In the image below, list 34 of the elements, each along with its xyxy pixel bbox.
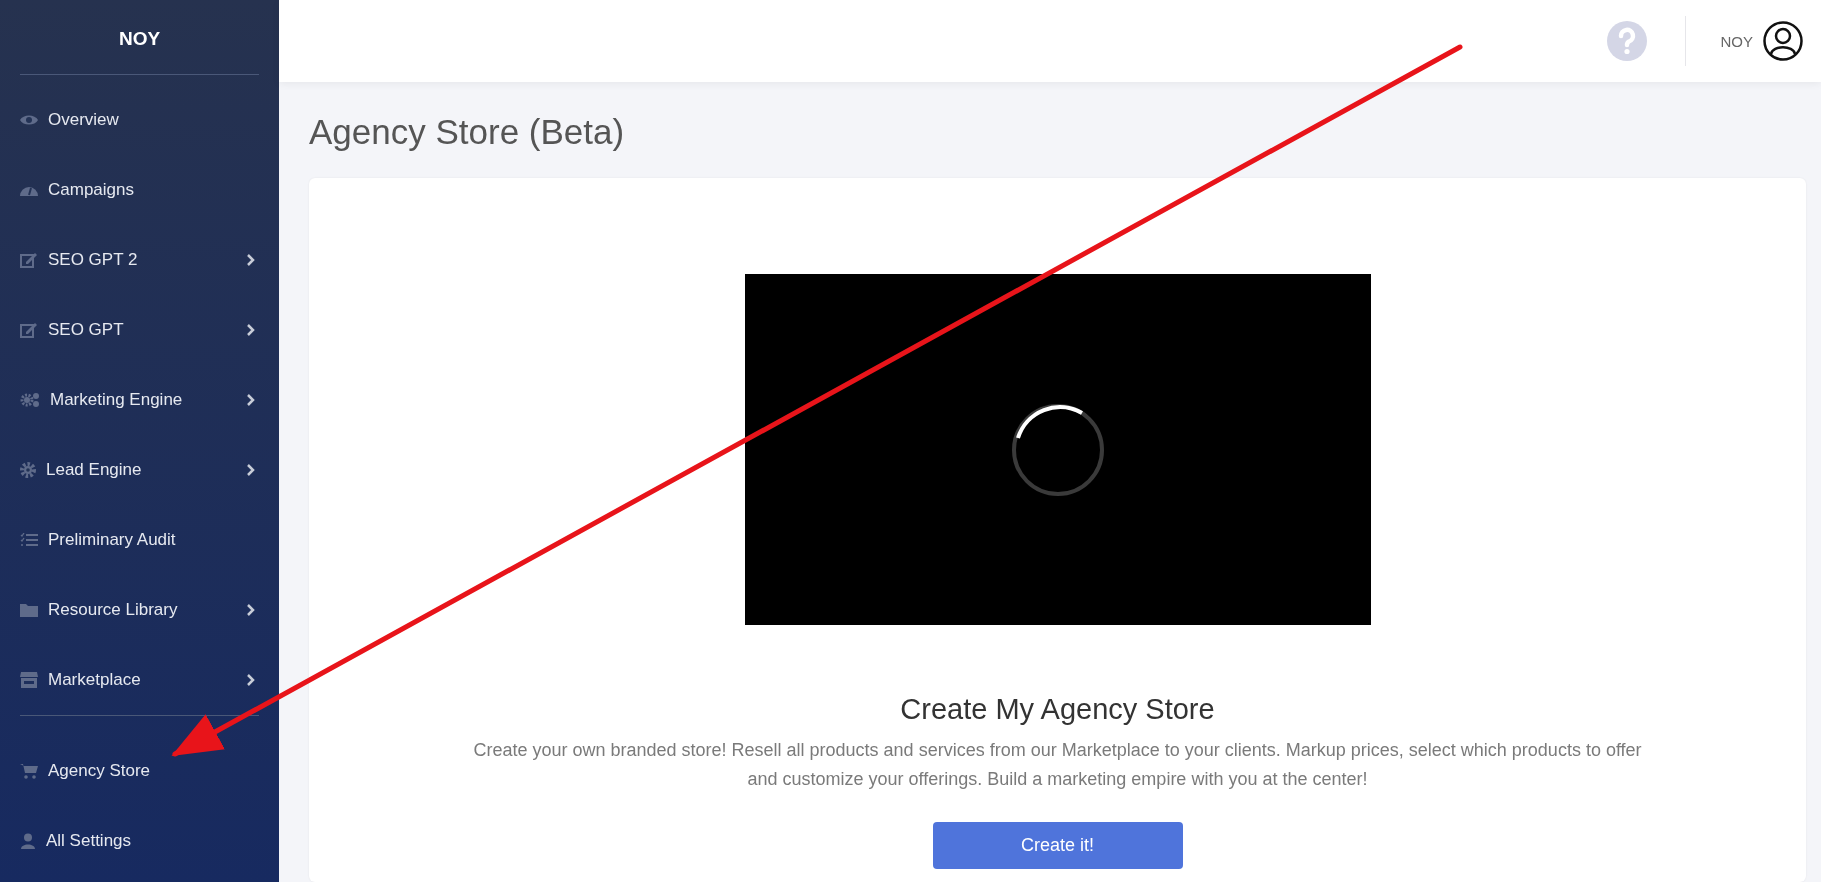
edit-icon — [20, 252, 38, 268]
sidebar-item[interactable]: Campaigns — [20, 155, 259, 225]
create-button[interactable]: Create it! — [932, 822, 1183, 869]
chevron-right-icon — [247, 464, 255, 476]
chevron-right-icon — [247, 324, 255, 336]
sidebar-item[interactable]: SEO GPT 2 — [20, 225, 259, 295]
sidebar-item[interactable]: Preliminary Audit — [20, 505, 259, 575]
brand-name: NOY — [118, 27, 161, 51]
store-icon — [20, 672, 38, 688]
cart-icon — [20, 763, 38, 779]
page-title: Agency Store (Beta) — [309, 112, 625, 152]
gear-icon — [20, 462, 36, 478]
eye-icon — [20, 114, 38, 126]
sidebar-item[interactable]: SEO GPT — [20, 295, 259, 365]
sidebar-item[interactable]: Marketplace — [20, 645, 259, 715]
sidebar-item[interactable]: Overview — [20, 85, 259, 155]
sidebar-item[interactable]: Lead Engine — [20, 435, 259, 505]
card-heading: Create My Agency Store — [900, 693, 1215, 726]
edit-icon — [20, 322, 38, 338]
user-name[interactable]: NOY — [1720, 32, 1753, 50]
chevron-right-icon — [247, 604, 255, 616]
sidebar-item[interactable]: Resource Library — [20, 575, 259, 645]
checklist-icon — [20, 533, 38, 547]
gears-icon — [20, 392, 40, 408]
folder-icon — [20, 603, 38, 617]
chevron-right-icon — [247, 254, 255, 266]
avatar-icon[interactable] — [1763, 21, 1803, 61]
chevron-right-icon — [247, 394, 255, 406]
sidebar-item[interactable]: Marketing Engine — [20, 365, 259, 435]
card-description: Create your own branded store! Resell all products and services from our Marketplace to your clients. Markup prices, select which products to offer and customize your offerings. Build a marketing empire with you at the center! — [472, 739, 1643, 791]
sidebar-item[interactable]: Agency Store — [20, 736, 259, 806]
user-icon — [20, 833, 36, 849]
sidebar-item[interactable]: All Settings — [20, 806, 259, 876]
chevron-right-icon — [247, 674, 255, 686]
